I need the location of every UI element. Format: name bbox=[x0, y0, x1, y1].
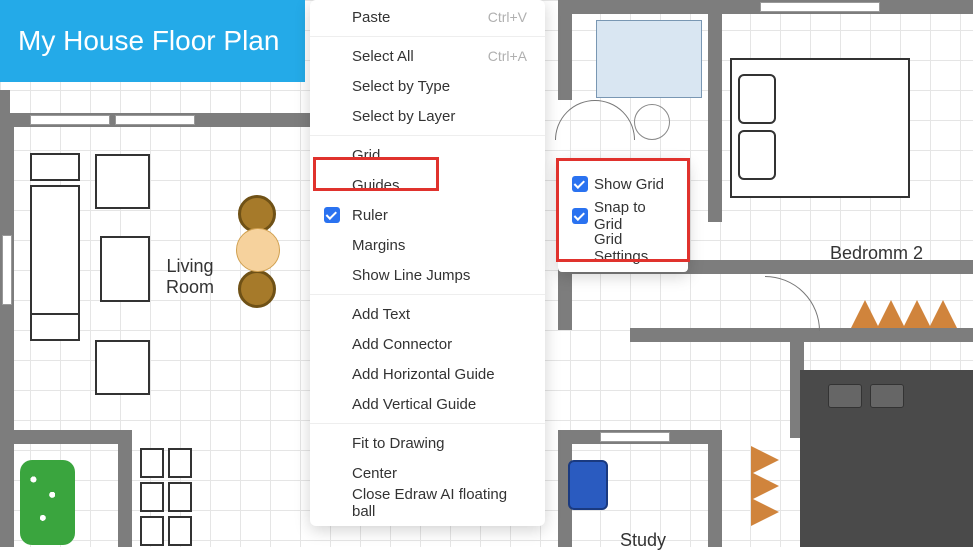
menu-select-by-type[interactable]: Select by Type bbox=[310, 71, 545, 101]
menu-close-floating-ball[interactable]: Close Edraw AI floating ball bbox=[310, 488, 545, 518]
window bbox=[600, 432, 670, 442]
plan-title: My House Floor Plan bbox=[18, 25, 279, 57]
menu-select-all[interactable]: Select All Ctrl+A bbox=[310, 41, 545, 71]
side-table bbox=[30, 153, 80, 181]
wall bbox=[118, 430, 132, 547]
menu-separator bbox=[310, 36, 545, 37]
small-chair bbox=[168, 516, 192, 546]
title-banner: My House Floor Plan bbox=[0, 0, 305, 82]
submenu-label: Snap to Grid bbox=[594, 199, 678, 233]
menu-shortcut: Ctrl+V bbox=[488, 9, 527, 25]
context-menu: Paste Ctrl+V Select All Ctrl+A Select by… bbox=[310, 0, 545, 526]
check-icon bbox=[572, 176, 588, 192]
submenu-label: Show Grid bbox=[594, 176, 664, 193]
pillow bbox=[870, 384, 904, 408]
menu-paste[interactable]: Paste Ctrl+V bbox=[310, 2, 545, 32]
wall bbox=[558, 0, 572, 100]
grid-submenu: Show Grid Snap to Grid Grid Settings bbox=[558, 160, 688, 272]
menu-label: Select All bbox=[352, 48, 414, 65]
wall bbox=[708, 0, 722, 222]
menu-label: Add Connector bbox=[352, 336, 452, 353]
wall bbox=[0, 90, 10, 120]
menu-label: Add Horizontal Guide bbox=[352, 366, 495, 383]
menu-fit-to-drawing[interactable]: Fit to Drawing bbox=[310, 428, 545, 458]
side-table bbox=[30, 313, 80, 341]
menu-grid[interactable]: Grid bbox=[310, 140, 545, 170]
small-chair bbox=[140, 516, 164, 546]
window bbox=[2, 235, 12, 305]
menu-add-h-guide[interactable]: Add Horizontal Guide bbox=[310, 359, 545, 389]
menu-separator bbox=[310, 294, 545, 295]
menu-label: Guides bbox=[352, 177, 400, 194]
bush bbox=[20, 460, 75, 545]
menu-margins[interactable]: Margins bbox=[310, 230, 545, 260]
window bbox=[760, 2, 880, 12]
wardrobe bbox=[751, 447, 779, 525]
menu-add-v-guide[interactable]: Add Vertical Guide bbox=[310, 389, 545, 419]
small-chair bbox=[168, 482, 192, 512]
menu-label: Select by Type bbox=[352, 78, 450, 95]
menu-label: Ruler bbox=[352, 207, 388, 224]
pillow bbox=[738, 74, 776, 124]
wall bbox=[0, 113, 14, 547]
menu-label: Add Vertical Guide bbox=[352, 396, 476, 413]
wall bbox=[708, 430, 722, 547]
submenu-label: Grid Settings bbox=[594, 231, 678, 265]
coffee-table bbox=[100, 236, 150, 302]
room-label-living: Living Room bbox=[166, 256, 214, 298]
room-label-study: Study bbox=[620, 530, 666, 551]
menu-separator bbox=[310, 135, 545, 136]
window bbox=[30, 115, 110, 125]
menu-add-connector[interactable]: Add Connector bbox=[310, 329, 545, 359]
menu-label: Paste bbox=[352, 9, 390, 26]
menu-label: Add Text bbox=[352, 306, 410, 323]
armchair bbox=[95, 154, 150, 209]
menu-center[interactable]: Center bbox=[310, 458, 545, 488]
menu-select-by-layer[interactable]: Select by Layer bbox=[310, 101, 545, 131]
window bbox=[115, 115, 195, 125]
small-chair bbox=[140, 482, 164, 512]
check-icon bbox=[324, 207, 340, 223]
menu-shortcut: Ctrl+A bbox=[488, 48, 527, 64]
menu-label: Fit to Drawing bbox=[352, 435, 445, 452]
menu-label: Margins bbox=[352, 237, 405, 254]
menu-label: Grid bbox=[352, 147, 380, 164]
menu-ruler[interactable]: Ruler bbox=[310, 200, 545, 230]
submenu-snap-to-grid[interactable]: Snap to Grid bbox=[558, 200, 688, 232]
submenu-grid-settings[interactable]: Grid Settings bbox=[558, 232, 688, 264]
small-chair bbox=[168, 448, 192, 478]
desk-chair bbox=[568, 460, 608, 510]
armchair bbox=[95, 340, 150, 395]
bath-fixture bbox=[596, 20, 702, 98]
pillow bbox=[828, 384, 862, 408]
menu-add-text[interactable]: Add Text bbox=[310, 299, 545, 329]
pillow bbox=[738, 130, 776, 180]
wardrobe bbox=[852, 300, 956, 328]
stool bbox=[238, 270, 276, 308]
menu-label: Close Edraw AI floating ball bbox=[352, 486, 527, 520]
toilet bbox=[634, 104, 670, 140]
menu-show-line-jumps[interactable]: Show Line Jumps bbox=[310, 260, 545, 290]
menu-guides[interactable]: Guides bbox=[310, 170, 545, 200]
submenu-show-grid[interactable]: Show Grid bbox=[558, 168, 688, 200]
menu-label: Center bbox=[352, 465, 397, 482]
check-icon bbox=[572, 208, 588, 224]
wall bbox=[0, 430, 130, 444]
round-table bbox=[236, 228, 280, 272]
menu-label: Show Line Jumps bbox=[352, 267, 470, 284]
menu-label: Select by Layer bbox=[352, 108, 455, 125]
small-chair bbox=[140, 448, 164, 478]
room-label-bedroom2: Bedromm 2 bbox=[830, 243, 923, 264]
menu-separator bbox=[310, 423, 545, 424]
